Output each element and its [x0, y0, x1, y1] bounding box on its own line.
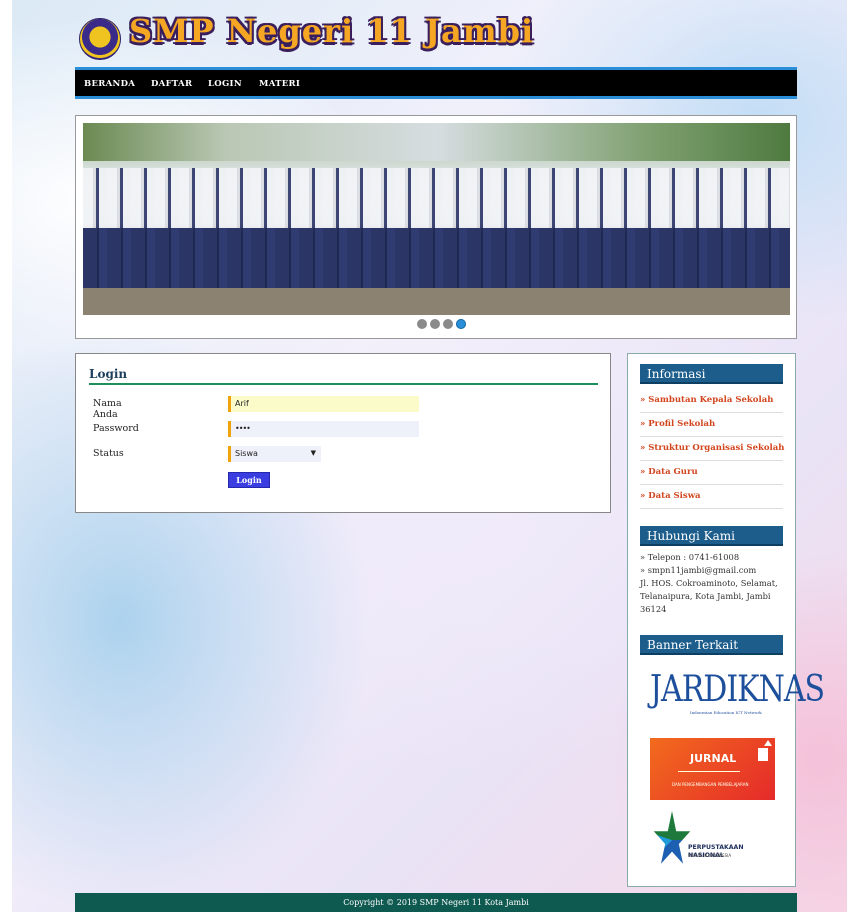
slider-dot-1[interactable]: [417, 319, 427, 329]
footer: Copyright © 2019 SMP Negeri 11 Kota Jamb…: [75, 893, 797, 912]
login-button[interactable]: Login: [228, 472, 270, 488]
nav-daftar[interactable]: DAFTAR: [151, 79, 192, 89]
sidebar: Informasi » Sambutan Kepala Sekolah » Pr…: [627, 353, 825, 887]
nav-login[interactable]: LOGIN: [208, 79, 242, 89]
login-divider: [89, 383, 598, 385]
login-title: Login: [89, 367, 128, 381]
slider-dot-4[interactable]: [456, 319, 466, 329]
banner-perpustakaan[interactable]: PERPUSTAKAAN NASIONAL REPUBLIK INDONESIA: [650, 811, 775, 873]
contact-heading: Hubungi Kami: [640, 526, 783, 546]
site-header: SMP Negeri 11 Jambi: [75, 10, 797, 65]
document-icon: [764, 740, 772, 746]
nav-materi[interactable]: MATERI: [259, 79, 300, 89]
image-slider: [75, 115, 797, 339]
password-label: Password: [93, 423, 139, 434]
info-heading: Informasi: [640, 364, 783, 384]
jardiknas-logo-text: JARDIKNAS: [650, 668, 825, 711]
slider-dot-2[interactable]: [430, 319, 440, 329]
status-select[interactable]: Siswa ▼: [228, 446, 321, 462]
sidebar-item-data-guru[interactable]: » Data Guru: [640, 461, 783, 485]
slider-dot-3[interactable]: [443, 319, 453, 329]
jurnal-logo-text: JURNAL: [690, 752, 737, 765]
school-emblem-icon[interactable]: [79, 18, 121, 60]
contact-email[interactable]: » smpn11jambi@gmail.com: [640, 564, 785, 577]
banner-jurnal[interactable]: JURNAL DAN PENGEMBANGAN PEMBELAJARAN: [650, 738, 775, 800]
name-label: Nama Anda: [93, 398, 122, 420]
status-value: Siswa: [235, 449, 258, 458]
sidebar-item-data-siswa[interactable]: » Data Siswa: [640, 485, 783, 509]
jurnal-subtitle: DAN PENGEMBANGAN PEMBELAJARAN: [672, 782, 749, 787]
slider-pagination: [417, 319, 469, 331]
perpus-subtitle: REPUBLIK INDONESIA: [688, 853, 732, 858]
chevron-down-icon: ▼: [310, 449, 316, 457]
contact-address: Jl. HOS. Cokroaminoto, Selamat, Telanaip…: [640, 578, 778, 614]
banner-jardiknas[interactable]: JARDIKNAS Indonesian Education ICT Netwo…: [650, 654, 825, 733]
star-logo-icon: [653, 811, 691, 864]
slide-photo: [83, 123, 790, 315]
login-panel: Login Nama Anda Arif Password •••• Statu…: [75, 353, 611, 513]
name-input[interactable]: Arif: [228, 396, 419, 412]
banner-heading: Banner Terkait: [640, 635, 783, 655]
status-label: Status: [93, 448, 124, 459]
window-edge: [0, 0, 12, 912]
main-nav: BERANDA DAFTAR LOGIN MATERI: [75, 67, 797, 99]
sidebar-item-struktur[interactable]: » Struktur Organisasi Sekolah: [640, 437, 784, 461]
jardiknas-subtitle: Indonesian Education ICT Network: [690, 710, 762, 716]
contact-phone: » Telepon : 0741-61008: [640, 552, 740, 562]
sidebar-item-sambutan[interactable]: » Sambutan Kepala Sekolah: [640, 389, 783, 413]
site-title[interactable]: SMP Negeri 11 Jambi: [129, 12, 534, 50]
sidebar-item-profil[interactable]: » Profil Sekolah: [640, 413, 783, 437]
password-input[interactable]: ••••: [228, 421, 419, 437]
nav-beranda[interactable]: BERANDA: [84, 79, 135, 89]
